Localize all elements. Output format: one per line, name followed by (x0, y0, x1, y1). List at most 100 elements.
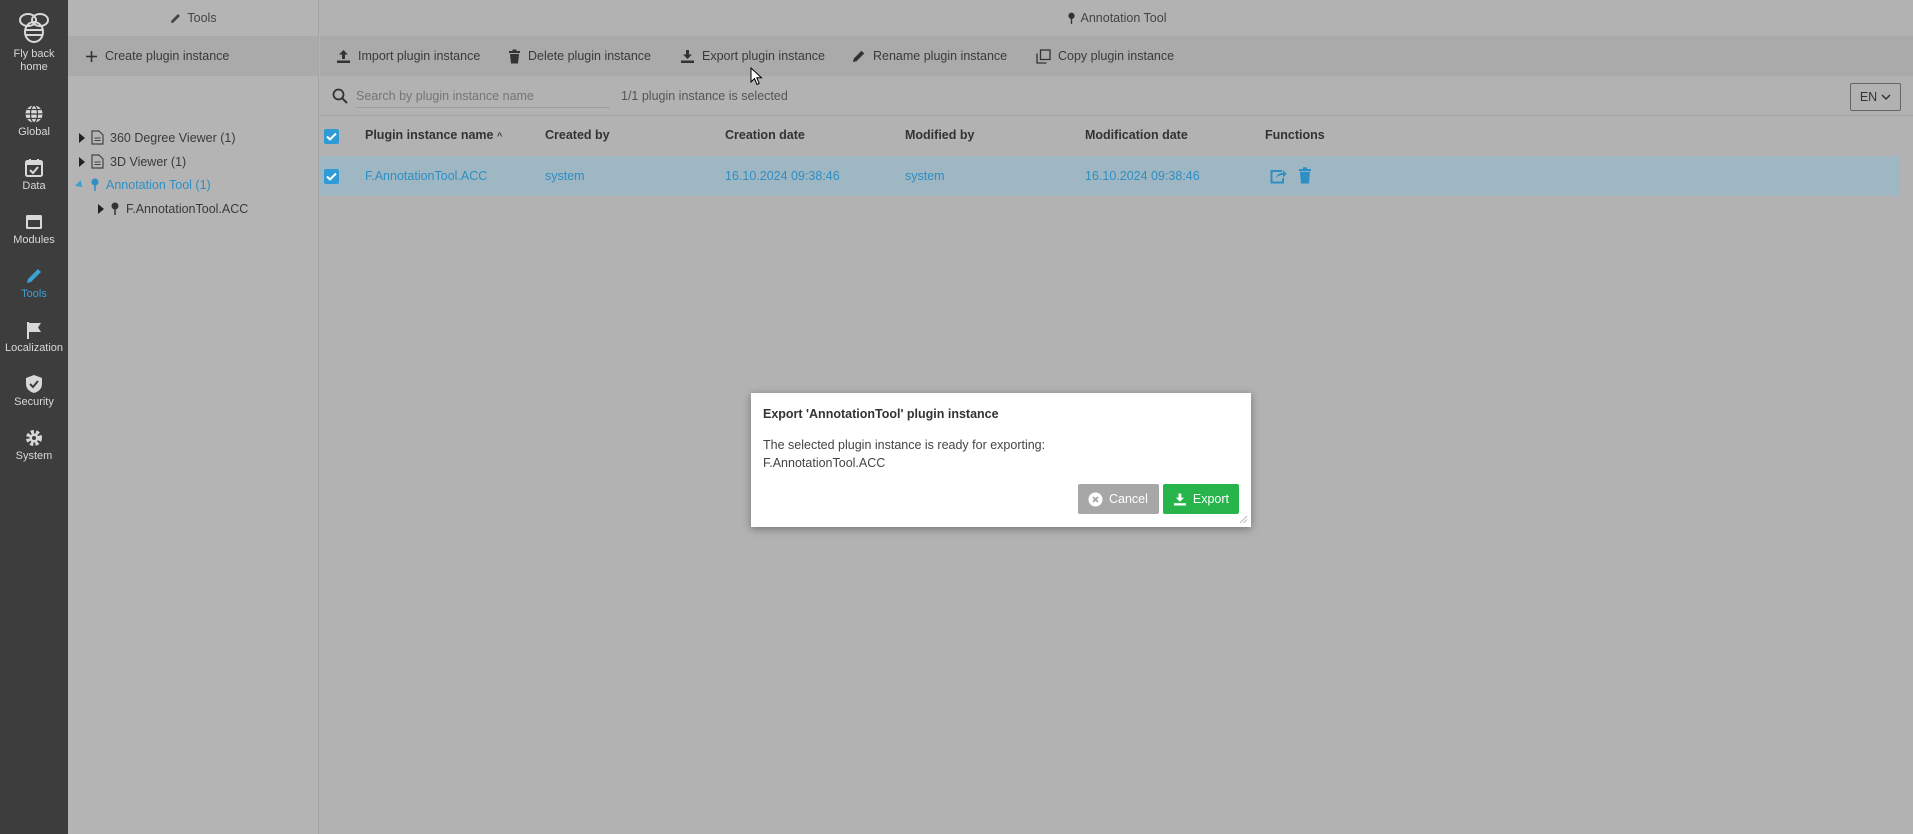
trash-icon (509, 49, 520, 63)
nav-item-global[interactable]: Global (0, 104, 68, 139)
pencil-icon (853, 50, 865, 62)
language-select[interactable]: EN (1850, 83, 1901, 111)
nav-label: Global (18, 126, 50, 138)
calendar-icon (25, 159, 43, 177)
share-icon[interactable] (1270, 168, 1287, 184)
copy-plugin-instance-button[interactable]: Copy plugin instance (1036, 36, 1174, 76)
table-row[interactable]: F.AnnotationTool.ACC system 16.10.2024 0… (320, 156, 1900, 196)
tree-panel-title: Tools (68, 0, 319, 36)
nav-item-localization[interactable]: Localization (0, 320, 68, 355)
cell-plugin-instance-name[interactable]: F.AnnotationTool.ACC (365, 156, 487, 196)
tools-tree-panel: Tools Create plugin instance 360 Degree … (68, 0, 319, 834)
delete-plugin-instance-button[interactable]: Delete plugin instance (508, 36, 651, 76)
globe-icon (25, 104, 43, 124)
check-icon (326, 132, 337, 141)
tree-node-label: Annotation Tool (1) (106, 178, 211, 192)
cell-modification-date: 16.10.2024 09:38:46 (1085, 169, 1200, 183)
trash-icon[interactable] (1298, 167, 1312, 184)
import-plugin-instance-label: Import plugin instance (358, 49, 481, 63)
import-plugin-instance-button[interactable]: Import plugin instance (336, 36, 480, 76)
dialog-message: The selected plugin instance is ready fo… (763, 436, 1045, 472)
create-plugin-instance-button[interactable]: Create plugin instance (85, 36, 229, 76)
nav-label: System (15, 450, 53, 462)
gear-icon (26, 430, 42, 446)
upload-icon (337, 49, 350, 63)
tree-node-annotation-tool[interactable]: Annotation Tool (1) (75, 178, 211, 192)
column-header-label: Plugin instance name (365, 128, 494, 142)
nav-item-security[interactable]: Security (0, 374, 68, 409)
dialog-instance-name: F.AnnotationTool.ACC (763, 456, 886, 470)
cell-modified-by: system (905, 169, 945, 183)
tree-node-360-degree-viewer[interactable]: 360 Degree Viewer (1) (79, 130, 236, 145)
nav-item-system[interactable]: System (0, 428, 68, 463)
nav-item-modules[interactable]: Modules (0, 212, 68, 247)
file-icon (91, 154, 104, 169)
column-header-label: Created by (545, 128, 610, 142)
main-panel-title: Annotation Tool (320, 0, 1913, 36)
export-button[interactable]: Export (1163, 484, 1239, 514)
mouse-cursor-icon (750, 67, 763, 86)
nav-item-data[interactable]: Data (0, 158, 68, 193)
export-plugin-instance-label: Export plugin instance (702, 49, 825, 63)
nav-label: Security (14, 396, 54, 408)
nav-label-line1: Fly back (13, 48, 55, 60)
column-header-label: Modified by (905, 128, 975, 142)
search-row: 1/1 plugin instance is selected (320, 76, 1913, 116)
plus-icon (86, 50, 97, 62)
column-header-plugin-instance-name[interactable]: Plugin instance name ^ (365, 128, 502, 142)
copy-plugin-instance-label: Copy plugin instance (1058, 49, 1175, 63)
cancel-label: Cancel (1109, 492, 1148, 506)
column-header-created-by[interactable]: Created by (545, 128, 610, 142)
sort-ascending-icon: ^ (497, 131, 503, 141)
rename-plugin-instance-button[interactable]: Rename plugin instance (852, 36, 1007, 76)
expand-arrow-icon[interactable] (79, 132, 85, 143)
expand-arrow-icon[interactable] (79, 156, 85, 167)
dialog-title: Export 'AnnotationTool' plugin instance (763, 407, 999, 421)
column-header-label: Creation date (725, 128, 805, 142)
file-icon (91, 130, 104, 145)
nav-label: Tools (21, 288, 47, 300)
bee-logo-icon (19, 13, 49, 43)
pin-icon (1067, 12, 1075, 24)
nav-fly-back-home[interactable]: Fly back home (0, 8, 68, 74)
tree-panel-title-text: Tools (187, 11, 217, 25)
export-label: Export (1192, 492, 1229, 506)
nav-label: Modules (13, 234, 55, 246)
export-dialog: Export 'AnnotationTool' plugin instance … (751, 393, 1251, 527)
column-header-modification-date[interactable]: Modification date (1085, 128, 1188, 142)
search-icon (332, 88, 348, 104)
cancel-button[interactable]: Cancel (1078, 484, 1159, 514)
language-value: EN (1859, 90, 1878, 104)
dialog-message-line: The selected plugin instance is ready fo… (763, 438, 1046, 452)
column-header-modified-by[interactable]: Modified by (905, 128, 974, 142)
column-header-functions: Functions (1265, 128, 1325, 142)
tree-node-label: F.AnnotationTool.ACC (126, 202, 249, 216)
column-header-creation-date[interactable]: Creation date (725, 128, 805, 142)
select-all-checkbox[interactable] (324, 129, 339, 144)
close-circle-icon (1088, 492, 1103, 506)
flag-icon (27, 322, 41, 339)
search-input[interactable] (356, 84, 610, 108)
collapse-arrow-icon[interactable] (75, 180, 85, 190)
create-plugin-instance-label: Create plugin instance (105, 49, 230, 63)
chevron-down-icon (1881, 93, 1891, 100)
main-toolbar: Import plugin instance Delete plugin ins… (320, 36, 1913, 76)
tree-node-3d-viewer[interactable]: 3D Viewer (1) (79, 154, 186, 169)
main-navigation: Fly back home Global Data Modules Tools … (0, 0, 68, 834)
tree-toolbar: Create plugin instance (68, 36, 318, 76)
nav-item-tools[interactable]: Tools (0, 266, 68, 301)
cell-created-by: system (545, 169, 585, 183)
pencil-icon (171, 14, 181, 23)
tree-node-f-annotationtool-acc[interactable]: F.AnnotationTool.ACC (98, 202, 248, 216)
shield-icon (26, 375, 42, 393)
resize-handle-icon[interactable] (1238, 514, 1248, 524)
nav-label: Localization (4, 342, 64, 354)
copy-icon (1036, 48, 1051, 64)
pin-icon (111, 202, 119, 215)
delete-plugin-instance-label: Delete plugin instance (528, 49, 651, 63)
column-header-label: Modification date (1085, 128, 1188, 142)
download-icon (681, 49, 694, 63)
row-checkbox[interactable] (324, 169, 339, 184)
window-icon (26, 215, 42, 229)
expand-arrow-icon[interactable] (98, 204, 104, 214)
